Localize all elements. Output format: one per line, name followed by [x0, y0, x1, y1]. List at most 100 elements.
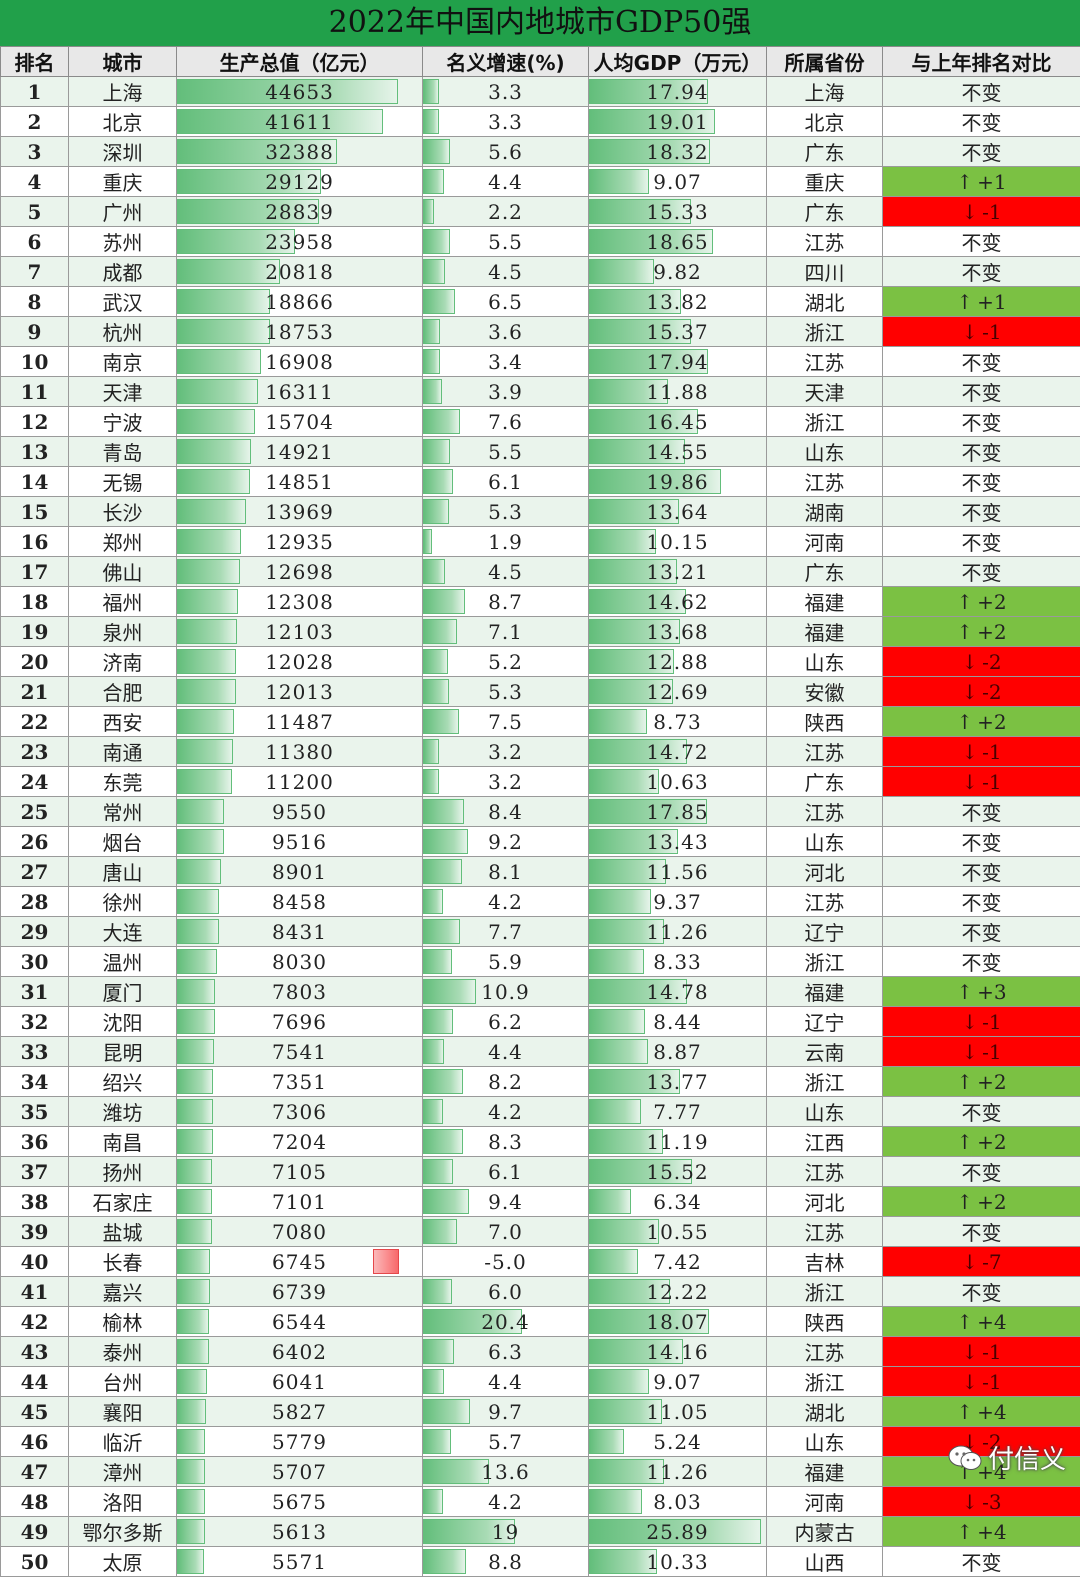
city-cell: 青岛	[69, 437, 177, 467]
per-capita-cell: 8.44	[589, 1007, 767, 1037]
gdp-value: 12698	[265, 560, 334, 584]
rank-cell: 48	[1, 1487, 69, 1517]
rank-change-value: +2	[977, 1070, 1006, 1094]
rank-cell: 29	[1, 917, 69, 947]
growth-cell: 4.2	[423, 1487, 589, 1517]
gdp-cell: 6402	[177, 1337, 423, 1367]
growth-value: 3.9	[488, 380, 523, 404]
gdp-bar	[177, 1279, 210, 1304]
growth-cell: 5.5	[423, 227, 589, 257]
growth-cell: 13.6	[423, 1457, 589, 1487]
rank-change-value: 不变	[962, 951, 1002, 975]
gdp-cell: 7351	[177, 1067, 423, 1097]
rank-change-cell: 不变	[883, 527, 1080, 557]
rank-change-value: -1	[982, 1370, 1001, 1394]
gdp-cell: 14851	[177, 467, 423, 497]
growth-cell: 7.1	[423, 617, 589, 647]
growth-value: 3.3	[488, 110, 523, 134]
growth-bar	[423, 229, 450, 254]
watermark-text: 付信义	[988, 1439, 1066, 1476]
gdp-cell: 13969	[177, 497, 423, 527]
gdp-value: 9516	[272, 830, 327, 854]
city-cell: 大连	[69, 917, 177, 947]
gdp-cell: 5675	[177, 1487, 423, 1517]
growth-bar	[423, 1069, 463, 1094]
rank-change-cell: ↑+2	[883, 617, 1080, 647]
gdp-cell: 32388	[177, 137, 423, 167]
rank-change-cell: ↓-7	[883, 1247, 1080, 1277]
gdp-value: 8901	[272, 860, 327, 884]
per-capita-value: 7.42	[653, 1250, 702, 1274]
growth-value: 3.2	[488, 770, 523, 794]
gdp-bar	[177, 1429, 205, 1454]
per-capita-cell: 9.82	[589, 257, 767, 287]
gdp-bar	[177, 769, 232, 794]
per-capita-bar	[589, 709, 647, 734]
rank-cell: 7	[1, 257, 69, 287]
rank-change-value: 不变	[962, 141, 1002, 165]
gdp-bar	[177, 589, 238, 614]
header-province: 所属省份	[767, 47, 883, 77]
table-row: 32沈阳76966.28.44辽宁↓-1	[1, 1007, 1080, 1037]
city-cell: 西安	[69, 707, 177, 737]
table-row: 29大连84317.711.26辽宁不变	[1, 917, 1080, 947]
rank-cell: 37	[1, 1157, 69, 1187]
city-cell: 重庆	[69, 167, 177, 197]
province-cell: 山东	[767, 1427, 883, 1457]
per-capita-cell: 19.01	[589, 107, 767, 137]
province-cell: 浙江	[767, 1277, 883, 1307]
growth-bar	[423, 1429, 451, 1454]
growth-cell: 7.0	[423, 1217, 589, 1247]
growth-cell: 5.7	[423, 1427, 589, 1457]
per-capita-cell: 17.94	[589, 77, 767, 107]
rank-change-cell: 不变	[883, 467, 1080, 497]
growth-cell: 4.5	[423, 257, 589, 287]
province-cell: 陕西	[767, 1307, 883, 1337]
province-cell: 江苏	[767, 1217, 883, 1247]
table-row: 21合肥120135.312.69安徽↓-2	[1, 677, 1080, 707]
growth-value: 1.9	[488, 530, 523, 554]
province-cell: 江苏	[767, 227, 883, 257]
rank-cell: 43	[1, 1337, 69, 1367]
arrow-down-icon: ↓	[961, 320, 978, 344]
growth-value: 19	[492, 1520, 519, 1544]
gdp-value: 18753	[265, 320, 334, 344]
growth-bar	[423, 1549, 466, 1574]
city-cell: 深圳	[69, 137, 177, 167]
table-row: 46临沂57795.75.24山东↓-2	[1, 1427, 1080, 1457]
growth-value: 4.4	[488, 170, 523, 194]
gdp-cell: 5779	[177, 1427, 423, 1457]
rank-change-cell: 不变	[883, 77, 1080, 107]
gdp-value: 16908	[265, 350, 334, 374]
rank-change-value: 不变	[962, 1161, 1002, 1185]
gdp-value: 6745	[272, 1250, 327, 1274]
rank-cell: 14	[1, 467, 69, 497]
gdp-cell: 11487	[177, 707, 423, 737]
growth-value: 8.1	[488, 860, 523, 884]
per-capita-value: 18.65	[646, 230, 708, 254]
per-capita-cell: 14.72	[589, 737, 767, 767]
province-cell: 辽宁	[767, 1007, 883, 1037]
gdp-cell: 18753	[177, 317, 423, 347]
per-capita-value: 10.15	[646, 530, 708, 554]
rank-change-value: -1	[982, 320, 1001, 344]
rank-cell: 40	[1, 1247, 69, 1277]
rank-change-value: 不变	[962, 531, 1002, 555]
per-capita-value: 11.26	[646, 920, 708, 944]
province-cell: 福建	[767, 977, 883, 1007]
arrow-up-icon: ↑	[956, 1070, 973, 1094]
province-cell: 福建	[767, 587, 883, 617]
arrow-down-icon: ↓	[961, 650, 978, 674]
growth-cell: 6.1	[423, 1157, 589, 1187]
rank-cell: 28	[1, 887, 69, 917]
rank-cell: 19	[1, 617, 69, 647]
gdp-value: 7803	[272, 980, 327, 1004]
table-row: 20济南120285.212.88山东↓-2	[1, 647, 1080, 677]
gdp-bar	[177, 889, 219, 914]
city-cell: 昆明	[69, 1037, 177, 1067]
growth-bar	[423, 1489, 443, 1514]
table-row: 41嘉兴67396.012.22浙江不变	[1, 1277, 1080, 1307]
rank-change-cell: 不变	[883, 407, 1080, 437]
gdp-bar	[177, 829, 224, 854]
gdp-bar	[177, 1549, 204, 1574]
